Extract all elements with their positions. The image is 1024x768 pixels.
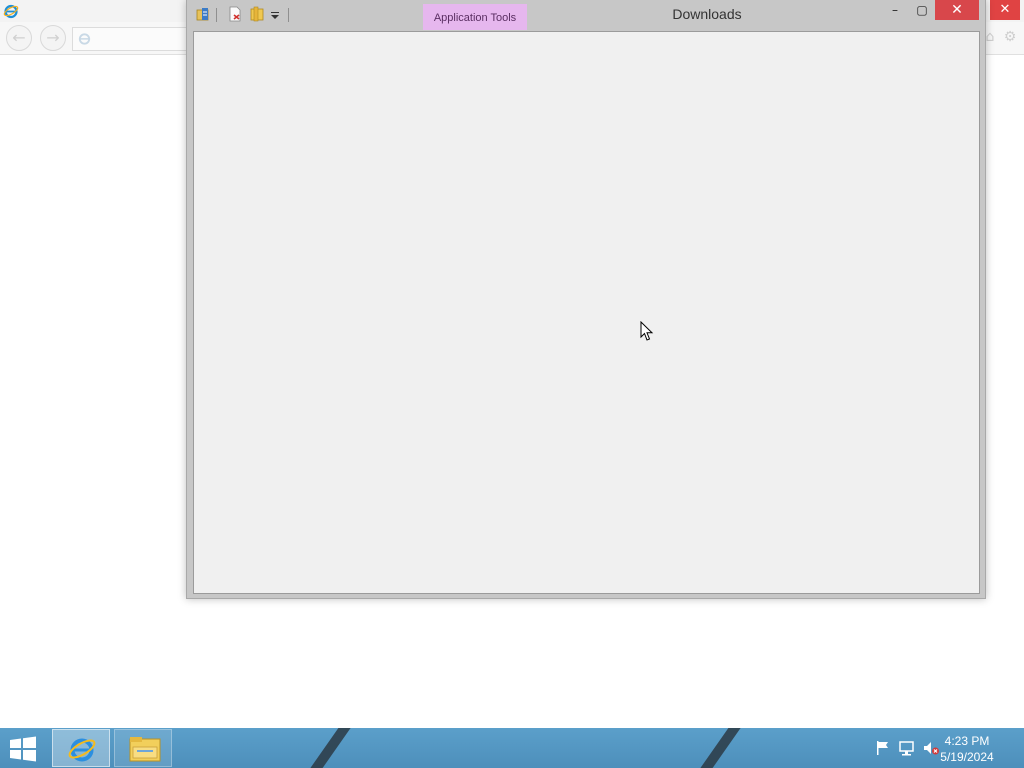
forward-arrow-icon: → xyxy=(46,28,60,47)
forward-button[interactable]: → xyxy=(40,25,66,51)
ie-logo-icon[interactable] xyxy=(3,3,19,19)
application-tools-tab[interactable]: Application Tools xyxy=(423,4,527,30)
ie-close-button[interactable]: ✕ xyxy=(990,0,1020,20)
explorer-title-bar[interactable]: Application Tools Downloads – ▢ ✕ xyxy=(187,0,985,30)
maximize-button[interactable]: ▢ xyxy=(909,0,935,20)
file-explorer-folder-icon xyxy=(129,737,161,762)
new-folder-icon[interactable] xyxy=(249,6,265,22)
qat-separator xyxy=(216,8,217,22)
site-ie-icon xyxy=(78,33,91,45)
taskbar-file-explorer[interactable] xyxy=(114,729,172,767)
clock-date: 5/19/2024 xyxy=(940,750,994,764)
downloads-explorer-window: Application Tools Downloads – ▢ ✕ xyxy=(186,0,986,599)
clock-time: 4:23 PM xyxy=(944,734,990,748)
taskbar: 4:23 PM 5/19/2024 xyxy=(0,728,1024,768)
gear-icon[interactable]: ⚙ xyxy=(1002,29,1018,45)
window-title: Downloads xyxy=(672,6,742,22)
mouse-cursor-icon xyxy=(640,321,654,341)
wallpaper-stripe xyxy=(302,728,352,768)
windows-start-icon[interactable] xyxy=(8,736,38,762)
back-arrow-icon: ← xyxy=(12,28,26,47)
minimize-button[interactable]: – xyxy=(881,0,909,20)
network-icon[interactable] xyxy=(898,740,916,756)
back-button[interactable]: ← xyxy=(6,25,32,51)
taskbar-internet-explorer[interactable] xyxy=(52,729,110,767)
system-clock[interactable]: 4:23 PM 5/19/2024 xyxy=(932,733,1002,765)
address-bar[interactable] xyxy=(72,27,204,51)
explorer-content-area[interactable] xyxy=(193,31,980,594)
wallpaper-stripe xyxy=(692,728,742,768)
action-center-flag-icon[interactable] xyxy=(874,740,892,756)
customize-dropdown-icon[interactable] xyxy=(269,6,281,22)
internet-explorer-icon xyxy=(68,738,96,762)
properties-icon[interactable] xyxy=(195,6,211,22)
new-document-icon[interactable] xyxy=(227,6,243,22)
qat-separator xyxy=(288,8,289,22)
close-button[interactable]: ✕ xyxy=(935,0,979,20)
